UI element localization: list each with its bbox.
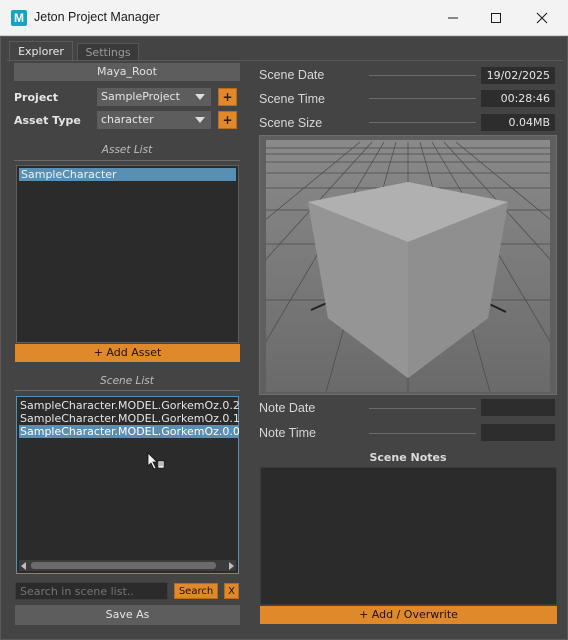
asset-list[interactable]: SampleCharacter — [16, 165, 239, 343]
window-title: Jeton Project Manager — [34, 10, 160, 24]
main-window: Explorer Settings Maya_Root Project Samp… — [0, 36, 568, 640]
note-date-label: Note Date — [259, 401, 316, 415]
search-button[interactable]: Search — [174, 583, 218, 599]
note-time-value — [481, 424, 555, 441]
divider — [369, 408, 476, 409]
add-asset-button[interactable]: + Add Asset — [15, 344, 240, 362]
divider — [14, 160, 240, 161]
scene-size-value: 0.04MB — [481, 114, 555, 131]
minimize-icon — [448, 17, 458, 19]
asset-type-dropdown-value: character — [101, 113, 154, 126]
scene-size-label: Scene Size — [259, 116, 323, 130]
scene-date-label: Scene Date — [259, 68, 325, 82]
scene-notes-textarea[interactable] — [260, 467, 557, 605]
scene-time-label: Scene Time — [259, 92, 326, 106]
chevron-down-icon — [195, 117, 205, 123]
cube-viewport-image — [266, 140, 550, 392]
close-button[interactable] — [519, 0, 565, 36]
maya-app-icon: M — [11, 10, 27, 26]
project-dropdown-value: SampleProject — [101, 90, 180, 103]
scene-date-value: 19/02/2025 — [481, 67, 555, 84]
tab-divider — [7, 60, 563, 61]
scene-list-horizontal-scrollbar[interactable] — [19, 560, 236, 571]
divider — [369, 75, 476, 76]
scrollbar-thumb[interactable] — [31, 562, 216, 569]
asset-list-title: Asset List — [101, 144, 153, 156]
note-time-label: Note Time — [259, 426, 316, 440]
minimize-button[interactable] — [430, 0, 476, 36]
divider — [369, 433, 476, 434]
scroll-right-icon[interactable] — [229, 562, 234, 570]
title-bar: M Jeton Project Manager — [0, 0, 568, 36]
scene-list-item-selected[interactable]: SampleCharacter.MODEL.GorkemOz.0.0.mb — [19, 425, 239, 438]
scene-notes-title: Scene Notes — [369, 451, 447, 464]
clear-search-button[interactable]: X — [224, 583, 239, 599]
scene-list-item[interactable]: SampleCharacter.MODEL.GorkemOz.0.1.mb — [19, 412, 239, 425]
add-project-button[interactable]: + — [218, 88, 237, 106]
tab-settings[interactable]: Settings — [77, 43, 139, 61]
add-overwrite-note-button[interactable]: + Add / Overwrite — [260, 606, 557, 624]
scene-search-input[interactable] — [15, 582, 168, 600]
save-as-button[interactable]: Save As — [15, 605, 240, 625]
divider — [369, 122, 476, 123]
divider — [369, 98, 476, 99]
add-asset-type-button[interactable]: + — [218, 111, 237, 129]
scene-list-item[interactable]: SampleCharacter.MODEL.GorkemOz.0.2.mb — [19, 399, 239, 412]
note-date-value — [481, 399, 555, 416]
tab-explorer[interactable]: Explorer — [9, 41, 73, 62]
root-path-label: Maya_Root — [14, 63, 240, 81]
scene-time-value: 00:28:46 — [481, 90, 555, 107]
maximize-button[interactable] — [473, 0, 519, 36]
scroll-left-icon[interactable] — [21, 562, 26, 570]
chevron-down-icon — [195, 94, 205, 100]
asset-type-label: Asset Type — [14, 114, 81, 127]
scene-thumbnail-preview — [259, 135, 557, 395]
scene-list[interactable]: SampleCharacter.MODEL.GorkemOz.0.2.mb Sa… — [16, 396, 239, 574]
maximize-icon — [491, 13, 501, 23]
mouse-cursor-icon — [147, 452, 165, 470]
project-label: Project — [14, 91, 59, 104]
close-icon — [536, 12, 548, 24]
project-dropdown[interactable]: SampleProject — [97, 88, 211, 106]
asset-list-item[interactable]: SampleCharacter — [19, 168, 236, 181]
divider — [14, 390, 240, 391]
scene-list-title: Scene List — [100, 375, 154, 387]
asset-type-dropdown[interactable]: character — [97, 111, 211, 129]
